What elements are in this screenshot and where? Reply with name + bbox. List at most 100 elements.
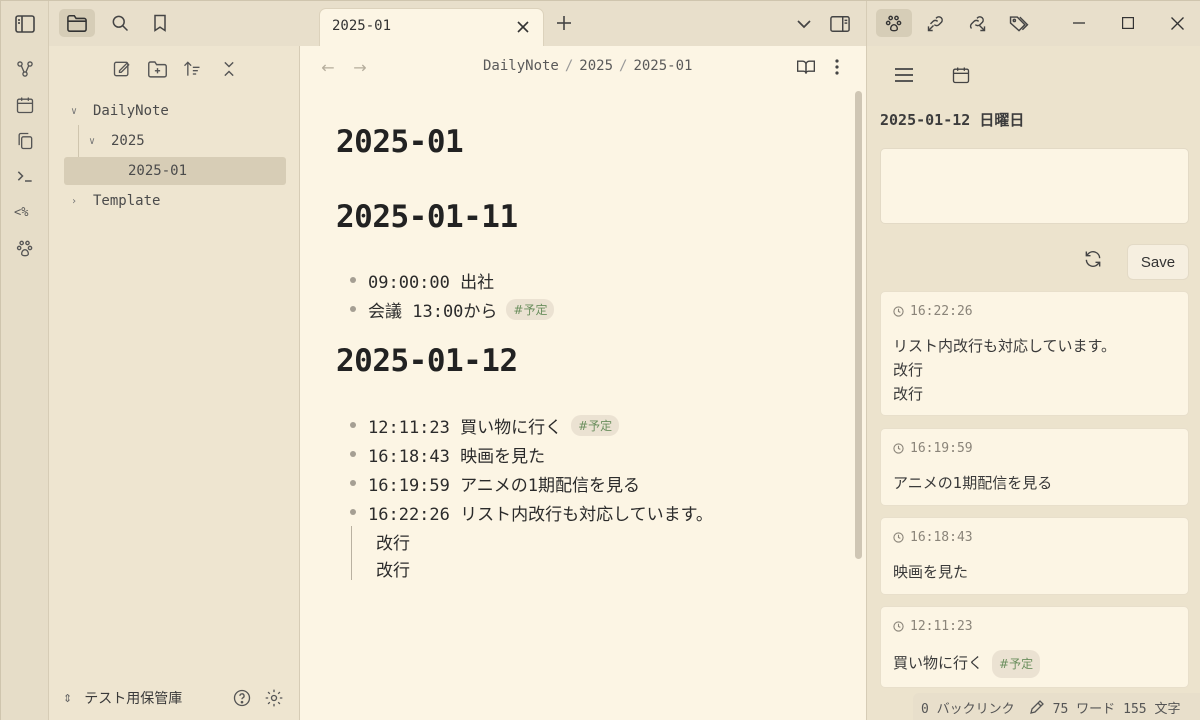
bullet-dot bbox=[350, 451, 356, 457]
more-options-icon[interactable] bbox=[824, 54, 850, 80]
memo-line: 改行 bbox=[893, 361, 924, 379]
breadcrumb-separator: / bbox=[619, 58, 628, 74]
refresh-icon[interactable] bbox=[1080, 246, 1106, 272]
list-item-text: 会議 13:00から bbox=[368, 301, 498, 322]
list-item-text: 16:22:26 リスト内改行も対応しています。 bbox=[368, 504, 713, 525]
obsidian-window: <% ∨ DailyNote ∨ 2025 2025-01 › Template… bbox=[0, 0, 1200, 720]
collapse-all-icon[interactable] bbox=[216, 56, 242, 82]
sidebar-toggle-icon[interactable] bbox=[13, 12, 37, 36]
sort-icon[interactable] bbox=[179, 56, 205, 82]
backlinks-incoming-link-icon[interactable] bbox=[918, 9, 954, 37]
tree-folder-template[interactable]: › Template bbox=[71, 187, 160, 215]
tag-pill[interactable]: #予定 bbox=[571, 414, 620, 436]
list-item-text: 09:00:00 出社 bbox=[368, 272, 495, 293]
list-item-text: 16:18:43 映画を見た bbox=[368, 446, 546, 467]
list-continuation-line: 改行 bbox=[376, 534, 410, 554]
list-continuation-line: 改行 bbox=[376, 561, 410, 581]
clock-icon bbox=[893, 532, 904, 543]
memo-card[interactable]: 16:18:43 映画を見た bbox=[880, 517, 1189, 595]
templater-icon[interactable]: <% bbox=[13, 200, 37, 224]
bookmark-icon[interactable] bbox=[142, 9, 178, 37]
right-sidebar-toggle-icon[interactable] bbox=[828, 12, 852, 36]
tab-title: 2025-01 bbox=[332, 18, 392, 34]
clock-icon bbox=[893, 443, 904, 454]
copy-icon[interactable] bbox=[13, 129, 37, 153]
tree-folder-2025[interactable]: ∨ 2025 bbox=[89, 127, 145, 155]
memo-timestamp: 16:22:26 bbox=[893, 304, 973, 319]
save-button[interactable]: Save bbox=[1127, 244, 1189, 280]
forward-arrow-icon[interactable]: → bbox=[349, 56, 371, 78]
terminal-icon[interactable] bbox=[13, 164, 37, 188]
window-close-icon[interactable] bbox=[1165, 11, 1189, 35]
bullet-dot bbox=[350, 509, 356, 515]
reading-view-book-icon[interactable] bbox=[793, 54, 819, 80]
search-icon[interactable] bbox=[102, 9, 138, 37]
tag-pill[interactable]: #予定 bbox=[506, 298, 555, 320]
memo-time: 16:19:59 bbox=[910, 441, 973, 456]
memo-input-field[interactable] bbox=[880, 148, 1189, 224]
list-item[interactable]: 16:18:43 映画を見た bbox=[350, 441, 545, 467]
list-item[interactable]: 09:00:00 出社 bbox=[350, 267, 494, 293]
right-sidebar: 2025-01-12 日曜日 Save 16:22:26 リスト内改行も対応して… bbox=[866, 1, 1200, 720]
tab-list-chevron-down-icon[interactable] bbox=[792, 12, 816, 36]
paw-icon[interactable] bbox=[876, 9, 912, 37]
editor-tab-bar: 2025-01 bbox=[300, 1, 866, 46]
backlinks-count[interactable]: 0 バックリンク bbox=[921, 698, 1015, 717]
clock-icon bbox=[893, 621, 904, 632]
bullet-dot bbox=[350, 422, 356, 428]
paw-icon[interactable] bbox=[13, 236, 37, 260]
memo-text: リスト内改行も対応しています。 改行 改行 bbox=[893, 334, 1116, 406]
tags-icon[interactable] bbox=[1001, 9, 1037, 37]
list-indent-guide bbox=[351, 526, 352, 580]
chevron-down-icon: ∨ bbox=[71, 105, 78, 117]
list-item[interactable]: 16:19:59 アニメの1期配信を見る bbox=[350, 470, 640, 496]
help-icon[interactable] bbox=[229, 685, 255, 711]
back-arrow-icon[interactable]: ← bbox=[317, 56, 339, 78]
breadcrumb-item[interactable]: 2025 bbox=[579, 58, 613, 74]
settings-gear-icon[interactable] bbox=[261, 685, 287, 711]
list-item[interactable]: 会議 13:00から #予定 bbox=[350, 296, 555, 322]
new-tab-plus-icon[interactable] bbox=[552, 11, 576, 35]
clock-icon bbox=[893, 306, 904, 317]
vault-switcher[interactable]: ⇕ テスト用保管庫 bbox=[63, 685, 182, 711]
list-item[interactable]: 16:22:26 リスト内改行も対応しています。 bbox=[350, 499, 713, 525]
breadcrumb-item[interactable]: DailyNote bbox=[483, 58, 559, 74]
memo-card[interactable]: 16:22:26 リスト内改行も対応しています。 改行 改行 bbox=[880, 291, 1189, 416]
breadcrumb-item[interactable]: 2025-01 bbox=[633, 58, 692, 74]
list-item-text: 12:11:23 買い物に行く bbox=[368, 417, 563, 438]
memo-time: 12:11:23 bbox=[910, 619, 973, 634]
explorer-tab-bar bbox=[49, 1, 300, 46]
left-ribbon: <% bbox=[1, 1, 49, 720]
calendar-icon[interactable] bbox=[948, 62, 974, 88]
memo-line: 買い物に行く bbox=[893, 654, 984, 672]
memo-timestamp: 12:11:23 bbox=[893, 619, 973, 634]
editor-scrollbar[interactable] bbox=[855, 91, 862, 559]
tree-folder-dailynote[interactable]: ∨ DailyNote bbox=[71, 97, 169, 125]
memo-line: アニメの1期配信を見る bbox=[893, 474, 1053, 492]
calendar-icon[interactable] bbox=[13, 93, 37, 117]
memo-timestamp: 16:19:59 bbox=[893, 441, 973, 456]
memo-text: アニメの1期配信を見る bbox=[893, 471, 1052, 495]
memo-card[interactable]: 12:11:23 買い物に行く #予定 bbox=[880, 606, 1189, 688]
tree-file-2025-01[interactable]: 2025-01 bbox=[64, 157, 286, 185]
outgoing-link-icon[interactable] bbox=[959, 9, 995, 37]
new-folder-icon[interactable] bbox=[144, 56, 170, 82]
files-folder-icon[interactable] bbox=[59, 9, 95, 37]
vault-name: テスト用保管庫 bbox=[84, 691, 183, 707]
tag-pill[interactable]: #予定 bbox=[992, 650, 1041, 678]
close-icon[interactable] bbox=[513, 17, 533, 37]
chevron-right-icon: › bbox=[71, 195, 78, 207]
memo-card[interactable]: 16:19:59 アニメの1期配信を見る bbox=[880, 428, 1189, 506]
heading-day: 2025-01-12 bbox=[336, 343, 518, 379]
maximize-icon[interactable] bbox=[1116, 11, 1140, 35]
tree-item-label: DailyNote bbox=[93, 103, 169, 119]
bullet-dot bbox=[350, 306, 356, 312]
new-note-icon[interactable] bbox=[109, 56, 135, 82]
menu-hamburger-icon[interactable] bbox=[891, 62, 917, 88]
minimize-icon[interactable] bbox=[1067, 11, 1091, 35]
graph-view-icon[interactable] bbox=[13, 57, 37, 81]
edit-pencil-icon[interactable] bbox=[1029, 699, 1045, 715]
list-item[interactable]: 12:11:23 買い物に行く #予定 bbox=[350, 412, 620, 438]
tab-2025-01[interactable]: 2025-01 bbox=[319, 8, 544, 46]
tree-item-label: 2025-01 bbox=[128, 163, 188, 179]
